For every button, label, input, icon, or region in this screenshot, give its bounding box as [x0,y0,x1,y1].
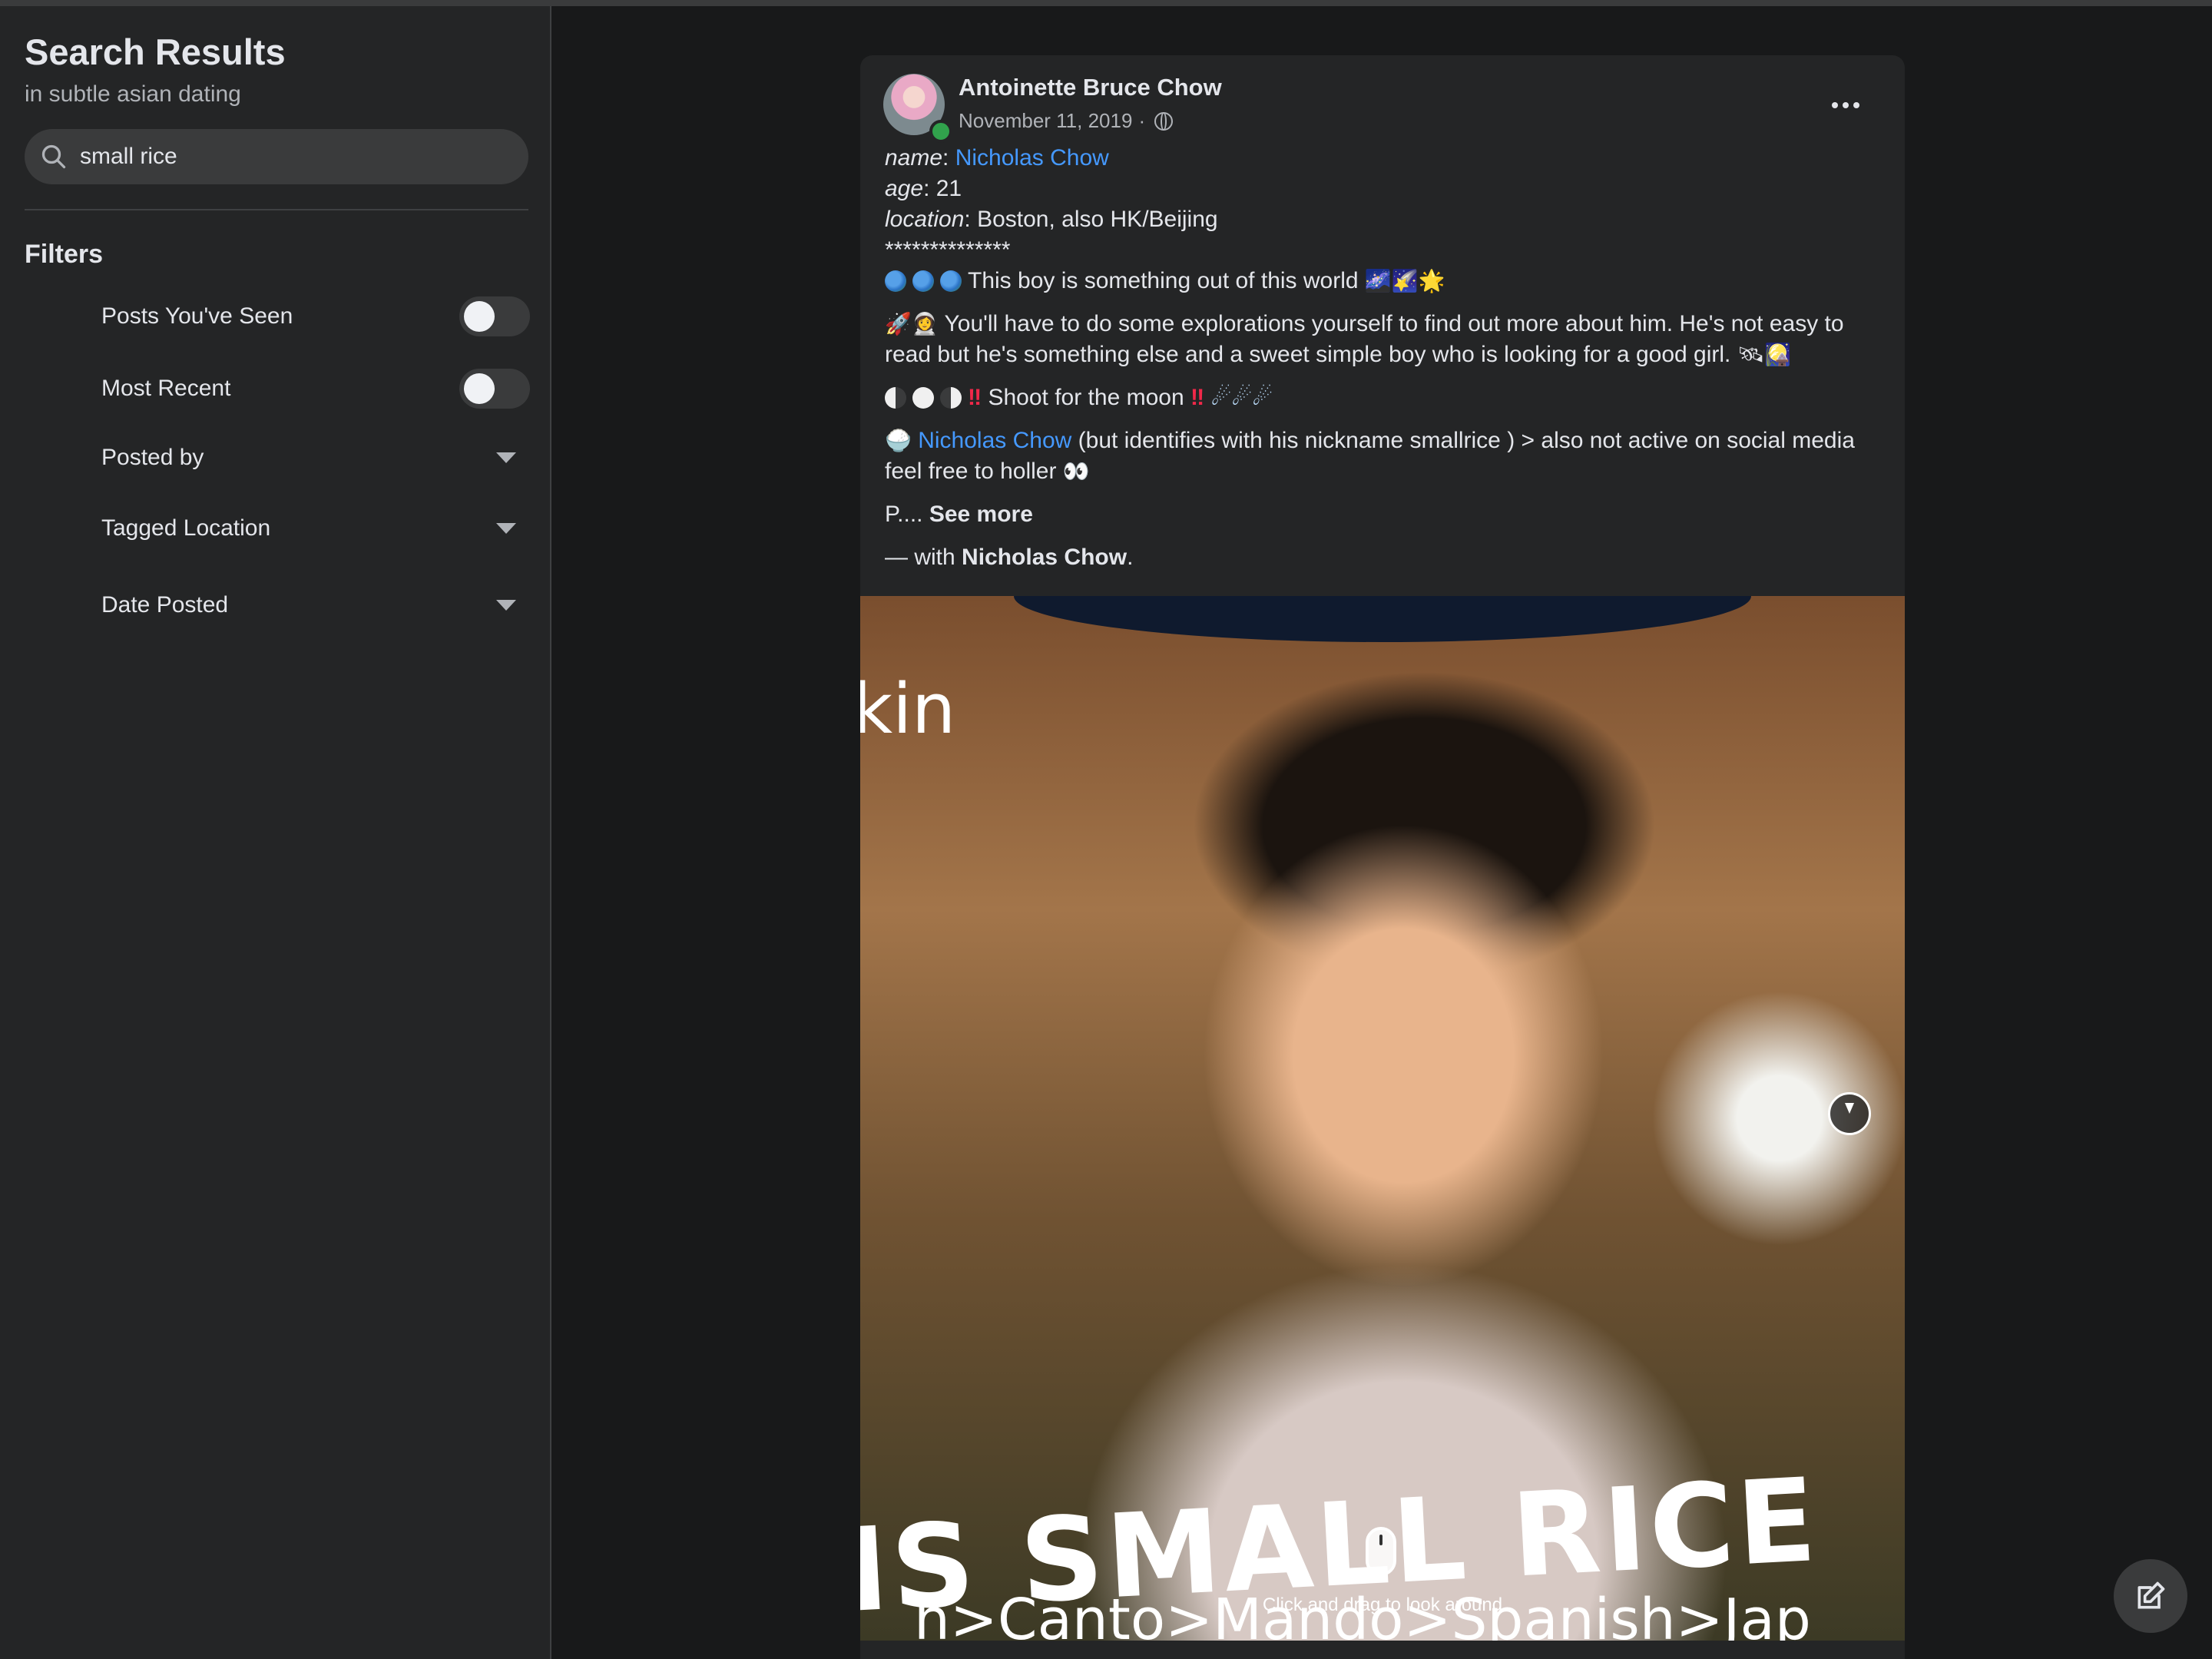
post-line-age: age: 21 [885,176,962,201]
more-options-button[interactable] [1826,86,1865,124]
see-more-link[interactable]: See more [929,502,1033,527]
page-title: Search Results [25,31,286,72]
sidebar-divider [25,209,528,210]
compose-button[interactable] [2114,1559,2187,1633]
field-value: Boston, also HK/Beijing [977,207,1218,232]
post-separator-stars: ************** [885,237,1011,263]
window-top-border [0,0,2212,6]
filter-label: Date Posted [101,592,229,618]
tagged-with-line: — with Nicholas Chow. [885,542,1883,573]
caret-down-icon[interactable] [496,523,516,534]
more-dot [1853,102,1859,108]
post-line-tag: 🍚 Nicholas Chow (but identifies with his… [885,426,1883,487]
moon-emoji-icon [885,387,906,409]
field-key: name [885,145,943,171]
filter-label: Posted by [101,445,204,470]
online-status-dot [929,120,952,143]
double-exclamation-icon: ‼ [968,385,982,410]
galaxy-star-emoji-icon: 🌌🌠🌟 [1364,269,1445,293]
see-more-line: P.... See more [885,499,1883,530]
mention-link[interactable]: Nicholas Chow [955,145,1109,171]
post-line-location: location: Boston, also HK/Beijing [885,207,1218,232]
search-icon [41,144,66,169]
filter-posted-by[interactable]: Posted by [0,427,551,488]
rice-bowl-emoji-icon: 🍚 [885,429,912,452]
compass-icon[interactable] [1828,1092,1871,1135]
caret-down-icon[interactable] [496,600,516,611]
with-suffix: . [1127,545,1134,570]
compose-icon [2137,1581,2165,1609]
post-author[interactable]: Antoinette Bruce Chow [959,74,1222,101]
post-text: You'll have to do some explorations your… [885,311,1844,367]
with-prefix: — with [885,545,955,570]
filter-date-posted[interactable]: Date Posted [0,575,551,636]
most-recent-toggle[interactable] [459,369,530,409]
more-dot [1843,102,1849,108]
mention-link[interactable]: Nicholas Chow [918,428,1071,453]
meta-separator: · [1138,109,1146,132]
filter-label: Most Recent [101,376,231,401]
panorama-photo[interactable]: kin IS SMALL RICE h>Canto>Mando>Spanish>… [860,596,1905,1641]
tagged-person-link[interactable]: Nicholas Chow [962,545,1127,570]
post-card: Antoinette Bruce Chow November 11, 2019 … [860,55,1905,1659]
post-line-world: This boy is something out of this world … [885,266,1883,296]
satellite-emoji-icon: 🛰🎑 [1737,343,1792,366]
drag-hint: Click and drag to look around [1262,1594,1503,1615]
search-box[interactable] [25,129,528,184]
field-key: location [885,207,965,232]
earth-emoji-icon [912,270,934,292]
filter-label: Tagged Location [101,515,271,541]
truncated-text: P.... [885,502,923,527]
globe-icon[interactable] [1154,111,1174,131]
double-exclamation-icon: ‼ [1190,385,1205,410]
post-date[interactable]: November 11, 2019 [959,109,1132,133]
rocket-astronaut-emoji-icon: 🚀👩‍🚀 [885,312,939,336]
photo-text-top: kin [860,669,956,750]
eyes-emoji-icon: 👀 [1062,459,1090,483]
toggle-knob [464,301,495,332]
photo-top-arc [1014,596,1751,642]
earth-emoji-icon [940,270,962,292]
post-meta: November 11, 2019 · [959,109,1174,133]
search-input[interactable] [78,143,512,171]
post-line-explore: 🚀👩‍🚀 You'll have to do some explorations… [885,309,1883,370]
search-scope: in subtle asian dating [25,81,241,107]
post-text: Shoot for the moon [988,385,1184,410]
full-moon-emoji-icon [912,387,934,409]
filter-posts-youve-seen[interactable]: Posts You've Seen [0,286,551,347]
field-key: age [885,176,924,201]
moon-emoji-icon [940,387,962,409]
posts-youve-seen-toggle[interactable] [459,296,530,336]
comet-emoji-icon: ☄☄☄ [1210,385,1273,410]
mouse-icon [1366,1527,1396,1576]
filters-heading: Filters [25,240,104,269]
earth-emoji-icon [885,270,906,292]
filter-label: Posts You've Seen [101,303,293,329]
more-horizontal-icon [1832,102,1838,108]
post-line-name: name: Nicholas Chow [885,145,1109,171]
filter-tagged-location[interactable]: Tagged Location [0,498,551,559]
post-line-moon: ‼ Shoot for the moon ‼ ☄☄☄ [885,382,1883,413]
toggle-knob [464,373,495,404]
post-body: name: Nicholas Chow age: 21 location: Bo… [885,143,1883,573]
field-value: 21 [935,176,962,201]
caret-down-icon[interactable] [496,452,516,463]
post-text: This boy is something out of this world [968,268,1359,293]
filter-most-recent[interactable]: Most Recent [0,358,551,419]
search-sidebar: Search Results in subtle asian dating Fi… [0,6,551,1659]
